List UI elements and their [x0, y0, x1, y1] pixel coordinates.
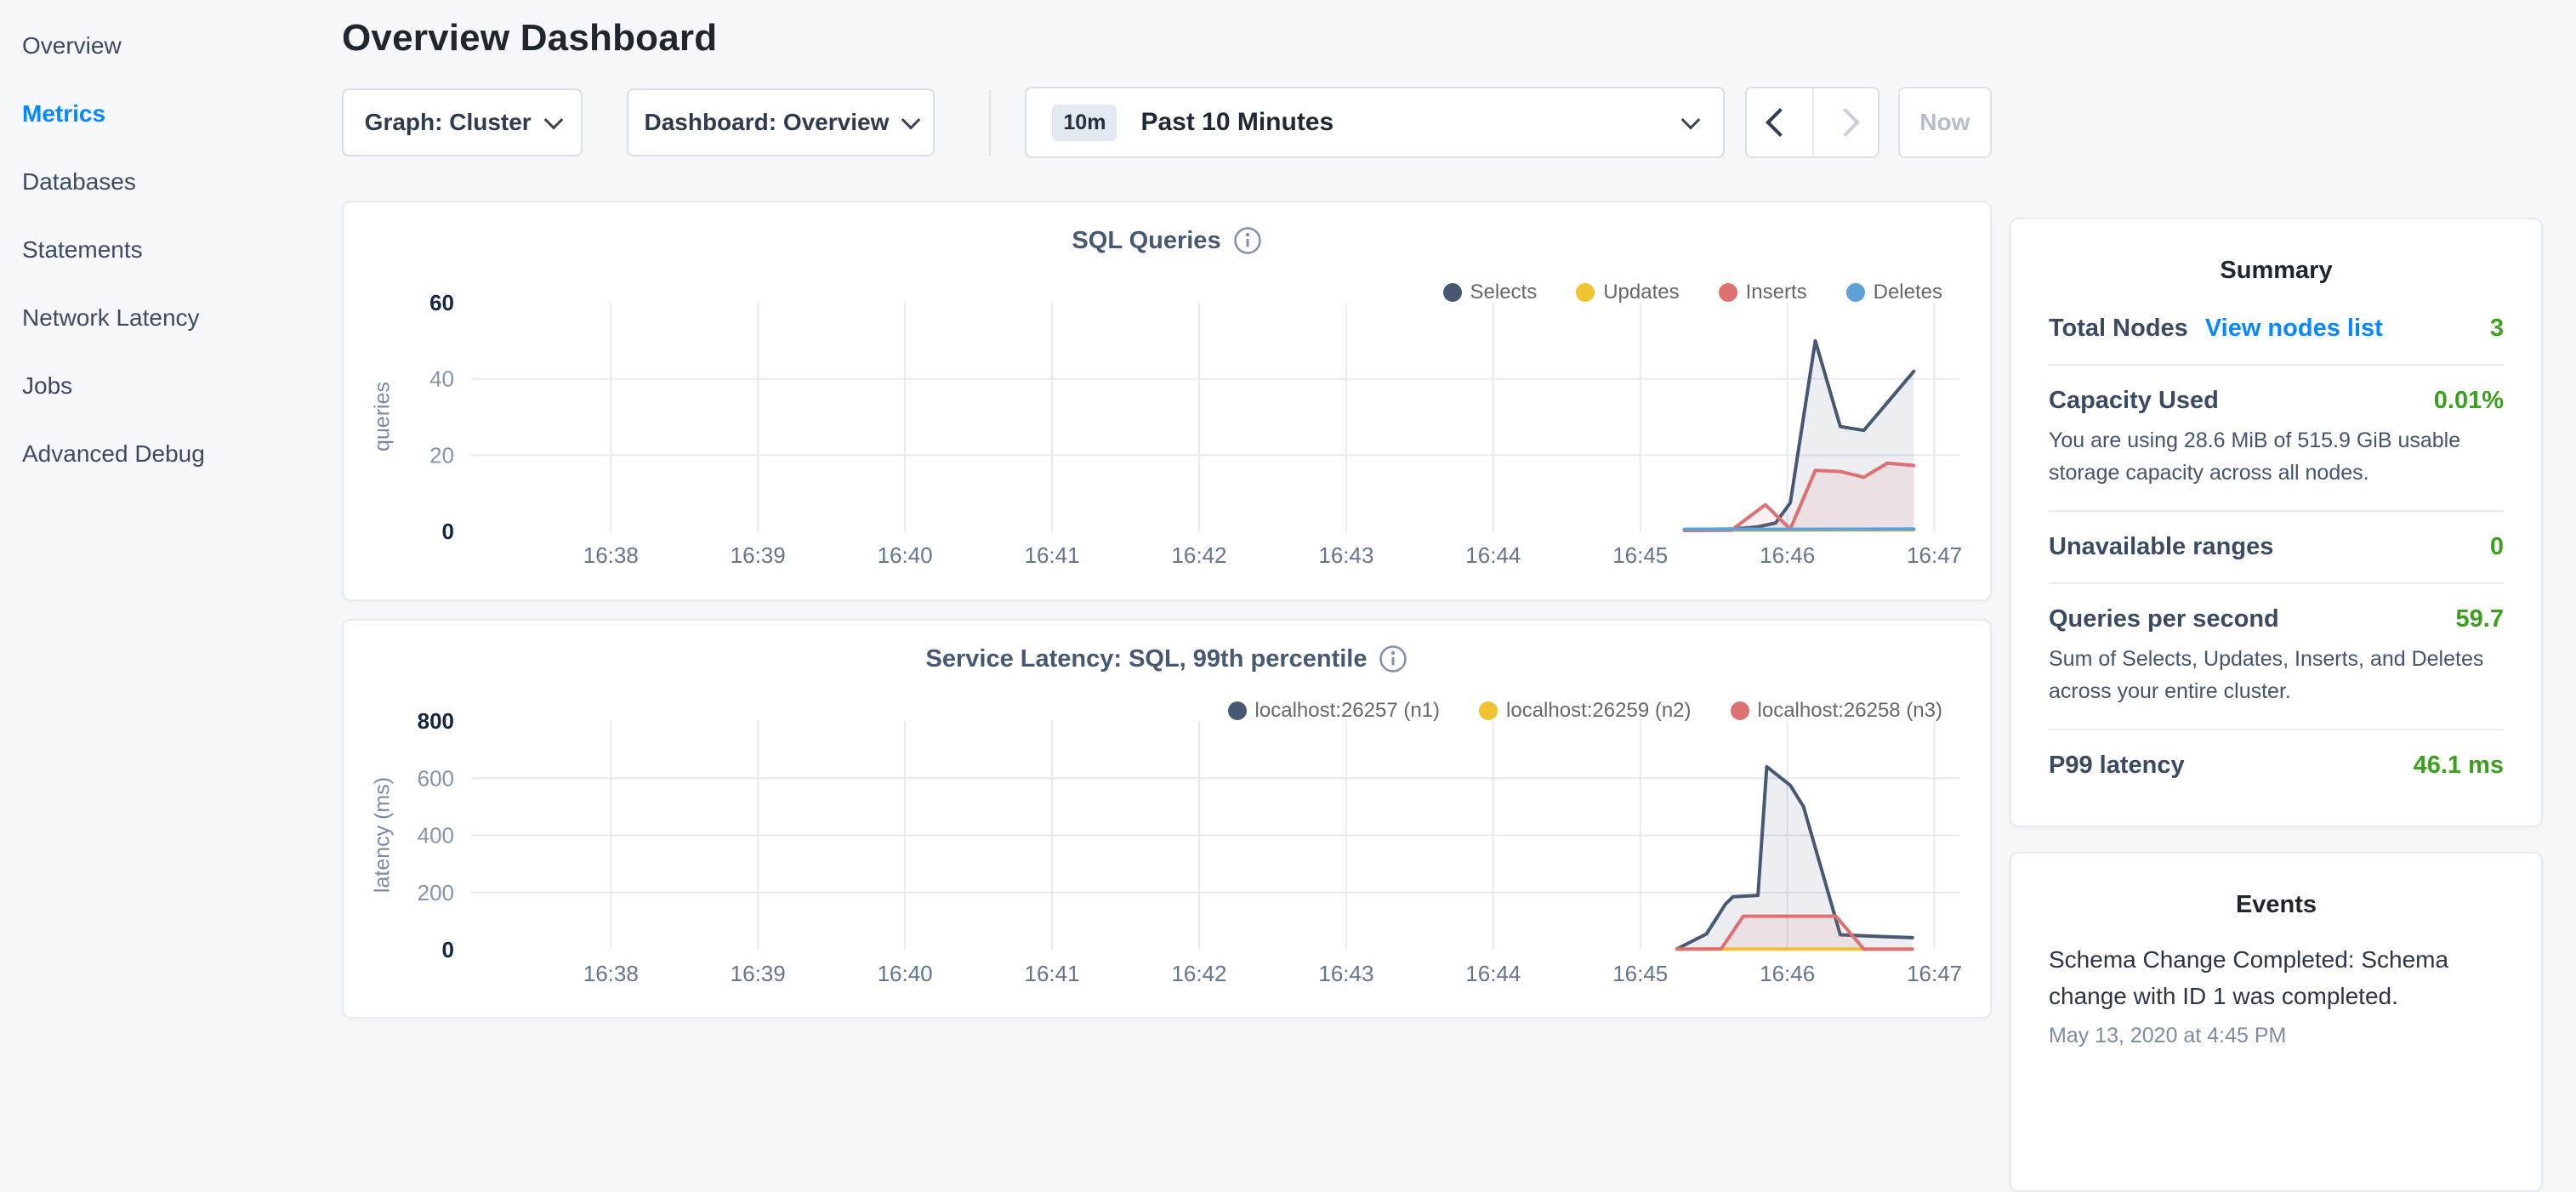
summary-row-unavailable-ranges: Unavailable ranges 0 — [2049, 510, 2504, 582]
svg-text:600: 600 — [418, 765, 454, 791]
svg-text:0: 0 — [442, 519, 454, 544]
svg-text:800: 800 — [418, 711, 454, 734]
svg-text:40: 40 — [429, 366, 454, 392]
svg-text:16:45: 16:45 — [1612, 961, 1668, 986]
time-range-dropdown[interactable]: 10m Past 10 Minutes — [1025, 87, 1725, 158]
chevron-down-icon — [901, 111, 921, 130]
svg-text:400: 400 — [418, 823, 454, 849]
time-prev-button[interactable] — [1747, 88, 1812, 156]
svg-text:16:40: 16:40 — [878, 961, 933, 986]
time-range-badge: 10m — [1052, 105, 1117, 141]
sql-queries-chart: 16:38 16:39 16:40 16:41 16:42 16:43 16:44 16:45… — [352, 292, 1985, 575]
svg-text:16:42: 16:42 — [1171, 542, 1226, 568]
summary-label: Total Nodes — [2049, 315, 2188, 343]
event-timestamp: May 13, 2020 at 4:45 PM — [2049, 1024, 2504, 1048]
service-latency-chart: 16:38 16:39 16:40 16:41 16:42 16:43 16:44 16:45… — [352, 711, 1985, 993]
toolbar-divider — [989, 89, 991, 156]
summary-row-total-nodes: Total Nodes View nodes list 3 — [2049, 293, 2504, 364]
summary-label: Queries per second — [2049, 605, 2279, 633]
dashboard-dropdown[interactable]: Dashboard: Overview — [627, 88, 935, 156]
svg-text:20: 20 — [429, 442, 454, 468]
svg-text:16:43: 16:43 — [1318, 542, 1373, 568]
chart-title: Service Latency: SQL, 99th percentile — [926, 645, 1368, 673]
now-button[interactable]: Now — [1898, 87, 1992, 158]
time-next-button[interactable] — [1812, 88, 1878, 156]
events-panel: Events Schema Change Completed: Schema c… — [2010, 852, 2543, 1192]
service-latency-chart-panel: Service Latency: SQL, 99th percentile lo… — [342, 619, 1992, 1019]
sidebar-item-jobs[interactable]: Jobs — [0, 352, 323, 420]
svg-text:0: 0 — [442, 937, 454, 962]
sidebar: Overview Metrics Databases Statements Ne… — [0, 12, 323, 488]
main-content: Overview Dashboard Graph: Cluster Dashbo… — [342, 0, 1992, 1019]
sidebar-item-overview[interactable]: Overview — [0, 12, 323, 80]
svg-text:16:38: 16:38 — [583, 961, 639, 986]
svg-text:16:38: 16:38 — [583, 542, 639, 568]
graph-scope-dropdown-label: Graph: Cluster — [365, 109, 532, 136]
chevron-down-icon — [1681, 111, 1701, 130]
sidebar-item-databases[interactable]: Databases — [0, 148, 323, 216]
info-icon[interactable] — [1233, 226, 1262, 255]
sidebar-item-advanced-debug[interactable]: Advanced Debug — [0, 420, 323, 488]
summary-row-p99-latency: P99 latency 46.1 ms — [2049, 729, 2504, 801]
svg-text:60: 60 — [429, 292, 454, 315]
summary-label: Capacity Used — [2049, 387, 2219, 415]
summary-value: 46.1 ms — [2414, 752, 2504, 780]
svg-text:16:42: 16:42 — [1171, 961, 1226, 986]
svg-text:16:43: 16:43 — [1318, 961, 1373, 986]
svg-text:16:45: 16:45 — [1612, 542, 1668, 568]
sql-queries-chart-panel: SQL Queries SelectsUpdatesInsertsDeletes… — [342, 201, 1992, 601]
time-range-label: Past 10 Minutes — [1140, 108, 1333, 137]
svg-text:16:41: 16:41 — [1025, 542, 1080, 568]
chevron-left-icon — [1766, 108, 1794, 137]
svg-text:16:47: 16:47 — [1907, 961, 1962, 986]
events-title: Events — [2049, 891, 2504, 919]
svg-text:16:46: 16:46 — [1760, 961, 1815, 986]
summary-value: 59.7 — [2456, 605, 2504, 633]
summary-row-capacity-used: Capacity Used 0.01% You are using 28.6 M… — [2049, 364, 2504, 510]
summary-label: P99 latency — [2049, 752, 2185, 780]
view-nodes-list-link[interactable]: View nodes list — [2205, 315, 2383, 343]
summary-value: 0.01% — [2434, 387, 2504, 415]
summary-description: Sum of Selects, Updates, Inserts, and De… — [2049, 644, 2504, 707]
svg-text:16:44: 16:44 — [1465, 961, 1521, 986]
event-item[interactable]: Schema Change Completed: Schema change w… — [2049, 941, 2504, 1048]
chevron-down-icon — [543, 111, 563, 130]
chevron-right-icon — [1831, 108, 1860, 137]
info-icon[interactable] — [1379, 644, 1407, 673]
svg-text:16:41: 16:41 — [1025, 961, 1080, 986]
summary-value: 3 — [2490, 315, 2504, 343]
dashboard-dropdown-label: Dashboard: Overview — [644, 109, 889, 136]
chart-title: SQL Queries — [1072, 227, 1220, 255]
svg-text:16:46: 16:46 — [1760, 542, 1815, 568]
sidebar-item-metrics[interactable]: Metrics — [0, 80, 323, 148]
sidebar-item-network-latency[interactable]: Network Latency — [0, 284, 323, 352]
graph-scope-dropdown[interactable]: Graph: Cluster — [342, 88, 583, 156]
toolbar: Graph: Cluster Dashboard: Overview 10m P… — [342, 87, 1992, 158]
right-sidebar: Summary Total Nodes View nodes list 3 Ca… — [2010, 218, 2543, 1192]
svg-text:16:39: 16:39 — [731, 961, 786, 986]
page-title: Overview Dashboard — [342, 17, 1992, 60]
svg-text:16:47: 16:47 — [1907, 542, 1962, 568]
summary-panel: Summary Total Nodes View nodes list 3 Ca… — [2010, 218, 2543, 827]
event-text: Schema Change Completed: Schema change w… — [2049, 941, 2504, 1015]
summary-label: Unavailable ranges — [2049, 533, 2273, 561]
svg-text:200: 200 — [418, 880, 454, 905]
svg-text:16:44: 16:44 — [1465, 542, 1521, 568]
summary-value: 0 — [2490, 533, 2504, 561]
sidebar-item-statements[interactable]: Statements — [0, 216, 323, 284]
summary-title: Summary — [2049, 257, 2504, 285]
time-step-buttons — [1745, 87, 1879, 158]
svg-text:16:39: 16:39 — [731, 542, 786, 568]
summary-row-queries-per-second: Queries per second 59.7 Sum of Selects, … — [2049, 582, 2504, 729]
summary-description: You are using 28.6 MiB of 515.9 GiB usab… — [2049, 425, 2504, 489]
svg-text:16:40: 16:40 — [878, 542, 933, 568]
